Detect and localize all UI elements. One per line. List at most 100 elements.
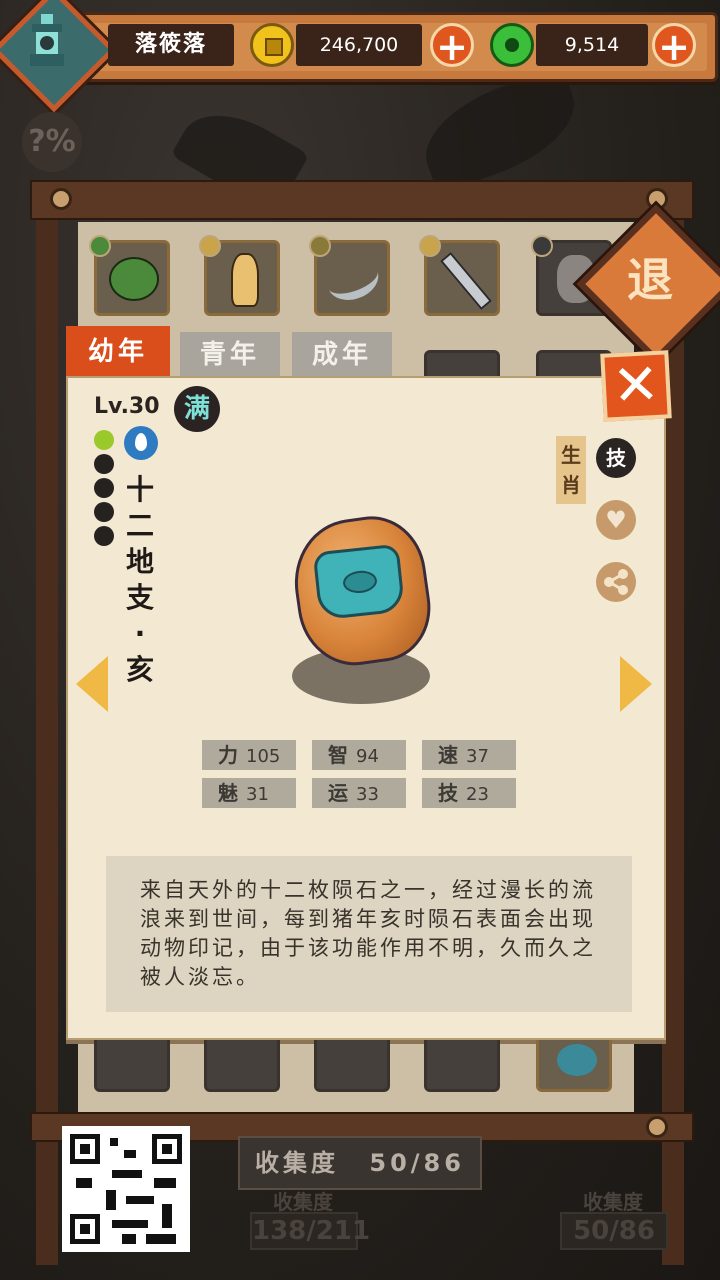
collection-progress: 收集度 50/86: [238, 1136, 482, 1190]
collection-slot[interactable]: [89, 235, 170, 316]
share-button[interactable]: [596, 562, 636, 602]
stat-charm: 魅 31: [202, 778, 296, 808]
stat-intelligence: 智 94: [312, 740, 406, 770]
coin-hole: [265, 38, 283, 56]
gold-amount: 246,700: [296, 24, 422, 66]
qr-finder: [152, 1134, 182, 1164]
stat-skill: 技 23: [422, 778, 516, 808]
water-drop: [135, 433, 147, 451]
stat-value: 105: [246, 746, 281, 767]
collection-slot[interactable]: [204, 1040, 280, 1092]
collection-slot[interactable]: [424, 1040, 500, 1092]
name-char: 亥: [125, 653, 154, 686]
stat-value: 31: [246, 784, 269, 805]
stat-value: 37: [466, 746, 489, 767]
jade-amount: 9,514: [536, 24, 648, 66]
jade-icon: [490, 23, 534, 67]
max-badge: 满: [174, 386, 220, 432]
qr-module: [124, 1150, 136, 1158]
star-empty-icon: [94, 454, 114, 474]
stat-speed: 速 37: [422, 740, 516, 770]
skill-button[interactable]: 技: [596, 438, 636, 478]
collection-slot[interactable]: [199, 235, 280, 316]
star-empty-icon: [94, 478, 114, 498]
qr-code[interactable]: [62, 1126, 190, 1252]
collection-label: 收集度: [255, 1149, 340, 1177]
name-char: 支: [125, 581, 154, 614]
heart-icon: ♥: [605, 506, 627, 534]
monster-icon: [109, 257, 159, 301]
pig-mark-icon: [312, 543, 406, 621]
stat-value: 33: [356, 784, 379, 805]
tab-young-adult[interactable]: 青年: [180, 332, 280, 378]
name-char: 二: [125, 509, 154, 542]
pagoda-icon: [30, 14, 64, 66]
level-label: Lv.30: [94, 394, 160, 419]
crescent-blade-icon: [322, 253, 384, 307]
collection-slot[interactable]: [419, 235, 500, 316]
qr-module: [106, 1190, 116, 1210]
background-collection-label: 收集度: [583, 1190, 643, 1214]
dragon-icon: [557, 1044, 597, 1076]
add-gold-button[interactable]: +: [430, 23, 474, 68]
star-empty-icon: [94, 526, 114, 546]
favorite-button[interactable]: ♥: [596, 500, 636, 540]
background-collection-label: 收集度: [273, 1190, 333, 1214]
tab-adult[interactable]: 成年: [292, 332, 392, 378]
add-jade-button[interactable]: +: [652, 23, 696, 68]
background-collection-value: 50/86: [560, 1212, 668, 1250]
water-element-icon: [124, 426, 158, 460]
rarity-gem-icon: [199, 235, 221, 257]
stat-key: 智: [328, 743, 348, 767]
star-empty-icon: [94, 502, 114, 522]
stat-key: 力: [218, 743, 238, 767]
zodiac-tag: 生肖: [556, 436, 586, 504]
name-char: ·: [134, 617, 146, 650]
qr-module: [110, 1138, 118, 1146]
stat-strength: 力 105: [202, 740, 296, 770]
frame-nail: [50, 188, 72, 210]
qr-module: [76, 1178, 92, 1188]
qr-module: [112, 1220, 148, 1228]
next-arrow-button[interactable]: [620, 656, 652, 712]
rarity-gem-icon: [419, 235, 441, 257]
pig-snout: [341, 569, 379, 595]
rarity-gem-icon: [89, 235, 111, 257]
background-collection-value: 138/211: [250, 1212, 370, 1250]
stat-key: 技: [438, 781, 458, 805]
tab-youth[interactable]: 幼年: [66, 326, 170, 378]
collection-slot[interactable]: [536, 1040, 612, 1092]
item-description: 来自天外的十二枚陨石之一，经过漫长的流浪来到世间，每到猪年亥时陨石表面会出现动物…: [106, 856, 632, 1012]
frame-top-beam: [30, 180, 694, 220]
qr-module: [154, 1178, 176, 1188]
qr-module: [112, 1170, 142, 1178]
collection-slot[interactable]: [314, 1040, 390, 1092]
sword-icon: [440, 251, 492, 311]
collection-slot[interactable]: [309, 235, 390, 316]
retreat-label[interactable]: 退: [612, 250, 688, 310]
stat-value: 94: [356, 746, 379, 767]
qr-module: [162, 1204, 172, 1228]
qr-module: [146, 1234, 176, 1244]
stat-key: 速: [438, 743, 458, 767]
item-name-vertical: 十 二 地 支 · 亥: [122, 472, 158, 688]
qr-module: [126, 1196, 154, 1204]
stat-luck: 运 33: [312, 778, 406, 808]
stat-key: 运: [328, 781, 348, 805]
bamboo-shoot-icon: [231, 253, 259, 307]
previous-arrow-button[interactable]: [76, 656, 108, 712]
gold-coin-icon: [250, 23, 294, 67]
qr-finder: [70, 1214, 100, 1244]
rarity-gem-icon: [309, 235, 331, 257]
close-button[interactable]: ✕: [600, 350, 672, 422]
qr-module: [122, 1234, 136, 1244]
player-name[interactable]: 落筱落: [108, 24, 234, 66]
collection-slot[interactable]: [94, 1040, 170, 1092]
qr-finder: [70, 1134, 100, 1164]
rarity-gem-icon: [531, 235, 553, 257]
frame-nail: [646, 1116, 668, 1138]
jade-hole: [505, 38, 519, 52]
collection-value: 50/86: [369, 1149, 465, 1177]
name-char: 地: [125, 545, 154, 578]
help-button[interactable]: ?%: [22, 112, 82, 172]
